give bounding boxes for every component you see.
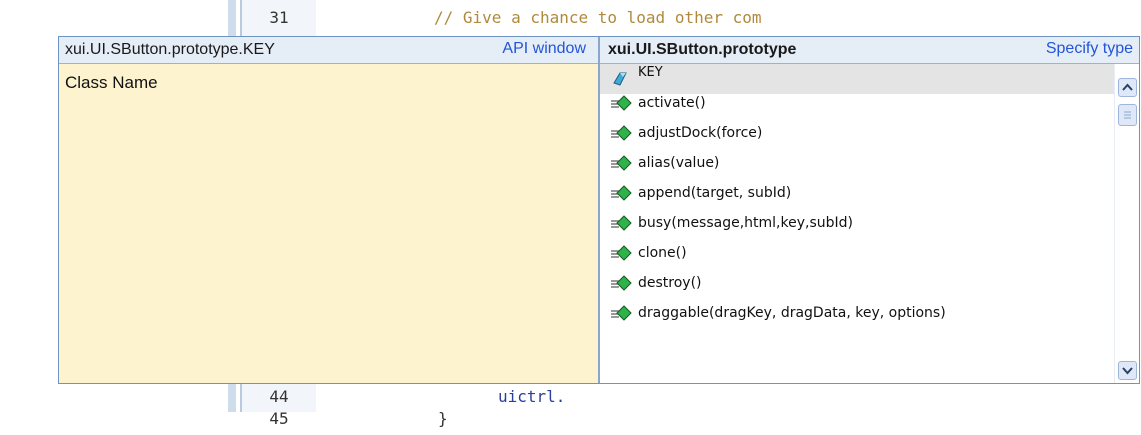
- api-detail-header: xui.UI.SButton.prototype.KEY API window: [59, 37, 598, 64]
- member-label: clone(): [638, 245, 687, 261]
- member-label: destroy(): [638, 275, 702, 291]
- chevron-up-icon: [1122, 83, 1133, 91]
- member-list-pane: xui.UI.SButton.prototype Specify type KE…: [600, 37, 1139, 383]
- method-icon: [611, 275, 632, 291]
- member-label: activate(): [638, 95, 706, 111]
- member-item[interactable]: adjustDock(force): [600, 118, 1114, 148]
- method-icon: [611, 125, 632, 141]
- member-item[interactable]: draggable(dragKey, dragData, key, option…: [600, 298, 1114, 328]
- member-label: alias(value): [638, 155, 720, 171]
- api-popup: xui.UI.SButton.prototype.KEY API window …: [58, 36, 1140, 384]
- api-detail-pane: xui.UI.SButton.prototype.KEY API window …: [59, 37, 598, 383]
- code-text: // Give a chance to load other com: [434, 8, 762, 27]
- grip-icon: [1124, 111, 1131, 119]
- line-number: 31: [269, 8, 289, 27]
- property-icon: [613, 72, 627, 86]
- method-icon: [611, 245, 632, 261]
- scroll-down-button[interactable]: [1118, 361, 1137, 380]
- chevron-down-icon: [1122, 367, 1133, 375]
- member-label: append(target, subId): [638, 185, 792, 201]
- member-item[interactable]: clone(): [600, 238, 1114, 268]
- code-line-31[interactable]: 31 // Give a chance to load other com: [242, 5, 942, 30]
- member-item[interactable]: append(target, subId): [600, 178, 1114, 208]
- member-list: KEY activate() adjustDock(force) alias(v…: [600, 64, 1114, 383]
- code-text: uictrl.: [498, 387, 566, 406]
- class-name-label: Class Name: [65, 73, 158, 92]
- code-text: }: [438, 409, 448, 428]
- code-line-44[interactable]: 44 uictrl.: [242, 386, 942, 411]
- api-window-link[interactable]: API window: [502, 40, 586, 58]
- member-list-scrollbar[interactable]: [1114, 64, 1139, 383]
- method-icon: [611, 155, 632, 171]
- method-icon: [611, 95, 632, 111]
- api-detail-title: xui.UI.SButton.prototype.KEY: [65, 41, 275, 58]
- member-item[interactable]: alias(value): [600, 148, 1114, 178]
- member-label: draggable(dragKey, dragData, key, option…: [638, 305, 946, 321]
- member-label: adjustDock(force): [638, 125, 763, 141]
- scroll-thumb[interactable]: [1118, 104, 1137, 126]
- member-label: KEY: [638, 65, 663, 80]
- member-list-header: xui.UI.SButton.prototype Specify type: [600, 37, 1139, 64]
- method-icon: [611, 305, 632, 321]
- member-list-title: xui.UI.SButton.prototype: [608, 41, 797, 58]
- line-number: 45: [269, 409, 289, 428]
- specify-type-link[interactable]: Specify type: [1046, 40, 1133, 58]
- member-label: busy(message,html,key,subId): [638, 215, 853, 231]
- member-item[interactable]: destroy(): [600, 268, 1114, 298]
- scroll-up-button[interactable]: [1118, 78, 1137, 97]
- member-item[interactable]: busy(message,html,key,subId): [600, 208, 1114, 238]
- code-line-45[interactable]: 45 }: [242, 409, 942, 435]
- member-item[interactable]: activate(): [600, 88, 1114, 118]
- method-icon: [611, 185, 632, 201]
- method-icon: [611, 215, 632, 231]
